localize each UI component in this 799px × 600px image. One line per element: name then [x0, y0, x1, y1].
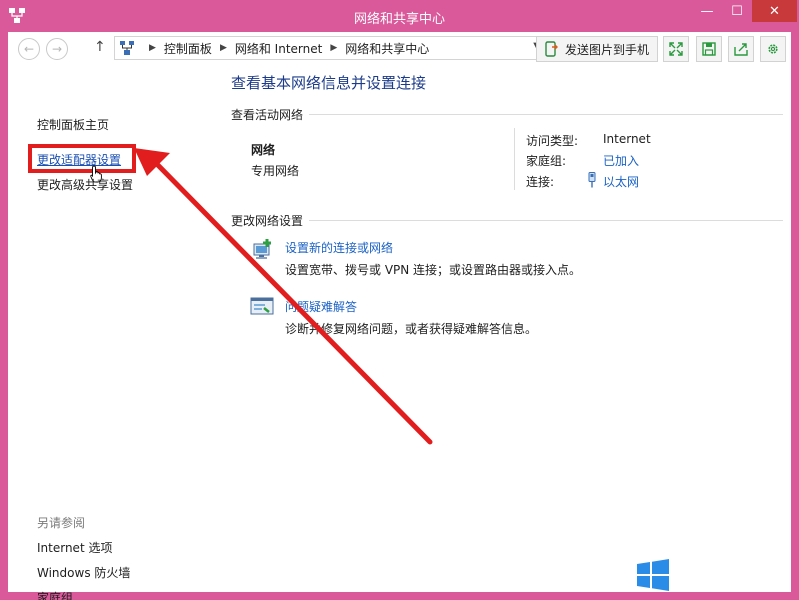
- expand-icon: [669, 42, 683, 56]
- up-button[interactable]: ↑: [94, 39, 106, 55]
- window-client: ← → ↑ ▶ 控制面板 ▶ 网络和 Internet ▶ 网络和共享中心 ▼: [8, 32, 791, 600]
- homegroup-link[interactable]: 家庭组: [37, 589, 73, 600]
- address-toolbar: ← → ↑ ▶ 控制面板 ▶ 网络和 Internet ▶ 网络和共享中心 ▼: [8, 32, 791, 64]
- troubleshoot-icon: [250, 297, 274, 315]
- send-to-phone-button[interactable]: 发送图片到手机: [536, 36, 658, 62]
- highlight-box: [28, 144, 136, 173]
- breadcrumb-network-center[interactable]: 网络和共享中心: [345, 40, 429, 57]
- active-networks-section: 查看活动网络: [231, 106, 784, 123]
- send-to-phone-label: 发送图片到手机: [565, 42, 650, 57]
- setup-new-connection-link[interactable]: 设置新的连接或网络: [285, 239, 393, 256]
- windows-logo-icon: [637, 559, 669, 591]
- forward-button[interactable]: →: [46, 38, 68, 60]
- watermark: Win8系统之家: [636, 559, 787, 591]
- access-type-label: 访问类型:: [526, 134, 579, 148]
- back-arrow-icon: ←: [23, 42, 35, 56]
- back-button[interactable]: ←: [18, 38, 40, 60]
- new-connection-icon: [253, 239, 271, 259]
- divider: [309, 114, 784, 115]
- ethernet-connection-link[interactable]: 以太网: [603, 173, 639, 190]
- windows-firewall-link[interactable]: Windows 防火墙: [37, 564, 130, 581]
- connections-label: 连接:: [526, 175, 555, 189]
- address-bar[interactable]: ▶ 控制面板 ▶ 网络和 Internet ▶ 网络和共享中心 ▼: [114, 36, 546, 60]
- access-type-value: Internet: [603, 132, 651, 146]
- internet-options-link[interactable]: Internet 选项: [37, 539, 112, 556]
- change-settings-heading: 更改网络设置: [231, 214, 304, 228]
- see-also-heading: 另请参阅: [37, 516, 86, 530]
- active-networks-heading: 查看活动网络: [231, 108, 304, 122]
- maximize-button[interactable]: ☐: [723, 0, 751, 22]
- phone-icon: [545, 41, 558, 57]
- title-bar: 网络和共享中心 — ☐ ✕: [0, 0, 799, 32]
- chevron-right-icon: ▶: [330, 43, 338, 53]
- change-advanced-sharing-link[interactable]: 更改高级共享设置: [37, 176, 133, 193]
- network-center-icon: [120, 41, 134, 55]
- close-button[interactable]: ✕: [752, 0, 797, 22]
- chevron-right-icon: ▶: [219, 43, 227, 53]
- save-button[interactable]: [696, 36, 722, 62]
- breadcrumb-control-panel[interactable]: 控制面板: [164, 40, 212, 57]
- minimize-button[interactable]: —: [693, 0, 721, 22]
- share-button[interactable]: [728, 36, 754, 62]
- watermark-text: Win8系统之家: [676, 567, 787, 588]
- left-pane: 控制面板主页 更改适配器设置 更改高级共享设置 另请参阅 Internet 选项…: [8, 64, 218, 600]
- chevron-right-icon: ▶: [149, 43, 156, 53]
- forward-arrow-icon: →: [51, 42, 63, 56]
- divider: [514, 128, 515, 190]
- ethernet-icon: [588, 172, 596, 188]
- homegroup-label: 家庭组:: [526, 154, 567, 168]
- up-arrow-icon: ↑: [94, 39, 106, 55]
- gear-icon: [768, 44, 778, 54]
- setup-new-connection-desc: 设置宽带、拨号或 VPN 连接；或设置路由器或接入点。: [285, 263, 582, 277]
- window-title: 网络和共享中心: [353, 12, 445, 27]
- save-icon: [702, 42, 716, 56]
- control-panel-home-link[interactable]: 控制面板主页: [37, 116, 109, 133]
- settings-button[interactable]: [760, 36, 786, 62]
- fullscreen-button[interactable]: [663, 36, 689, 62]
- page-title: 查看基本网络信息并设置连接: [231, 74, 427, 92]
- divider: [309, 220, 784, 221]
- change-settings-section: 更改网络设置: [231, 212, 784, 229]
- share-icon: [734, 43, 748, 56]
- breadcrumb-network-internet[interactable]: 网络和 Internet: [235, 40, 322, 57]
- troubleshoot-problems-link[interactable]: 问题疑难解答: [285, 298, 357, 315]
- network-type: 专用网络: [251, 164, 300, 178]
- network-name: 网络: [251, 143, 276, 157]
- homegroup-joined-link[interactable]: 已加入: [603, 152, 639, 169]
- troubleshoot-problems-desc: 诊断并修复网络问题，或者获得疑难解答信息。: [285, 322, 538, 336]
